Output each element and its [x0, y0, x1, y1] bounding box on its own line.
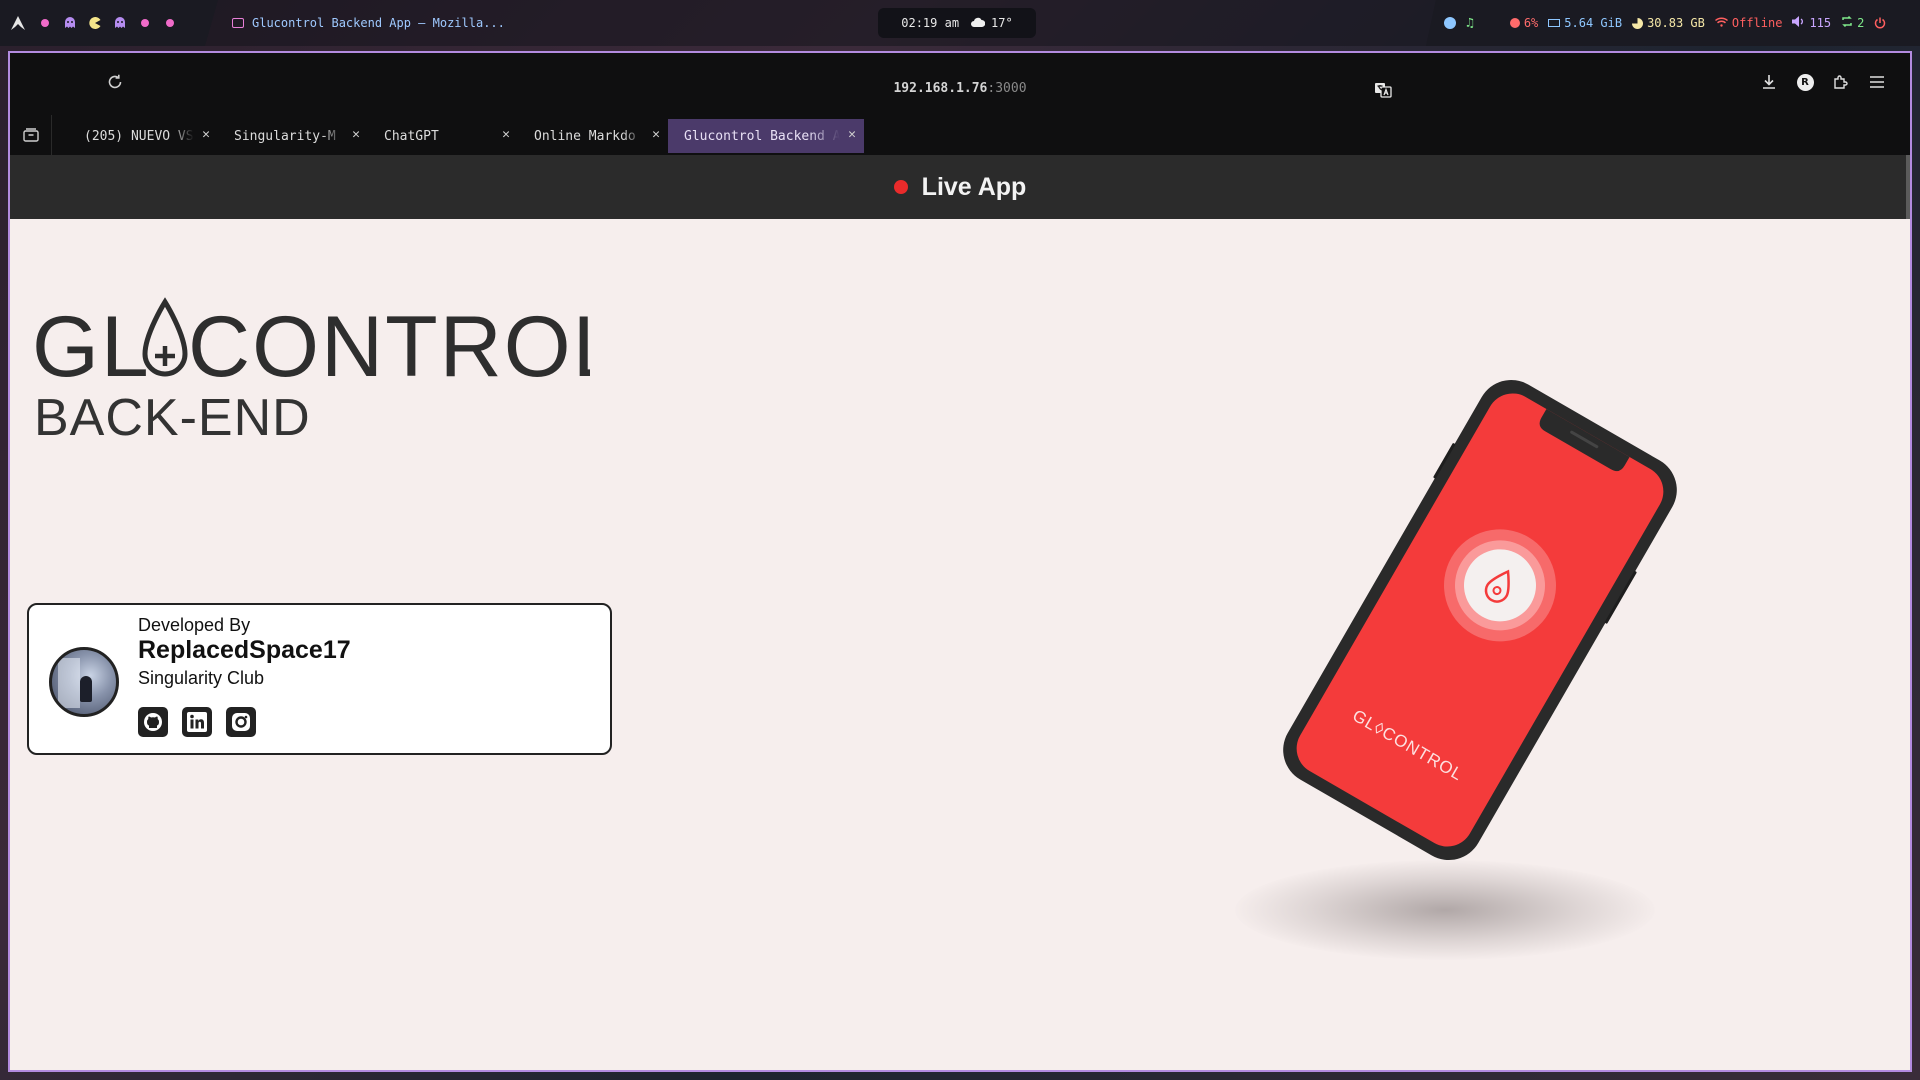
workspace-ghost-icon[interactable]: [63, 17, 76, 30]
close-icon[interactable]: ✕: [502, 127, 510, 142]
workspace-5[interactable]: [138, 17, 151, 30]
workspace-pacman-icon[interactable]: [88, 17, 101, 30]
extensions-puzzle-icon[interactable]: [1832, 73, 1850, 91]
developed-by-label: Developed By: [138, 615, 251, 635]
live-app-label: Live App: [921, 172, 1027, 201]
cpu-value: 6%: [1523, 16, 1539, 30]
url-port: :3000: [987, 81, 1027, 96]
tab-markdown[interactable]: Online Markdo ✕: [518, 119, 668, 153]
power-icon[interactable]: [1874, 17, 1886, 29]
pie-chart-icon: [1632, 17, 1644, 29]
toolbar-actions: R: [1760, 73, 1886, 91]
browser-window: 192.168.1.76:3000 R (205) NUEVO VS ✕ Sin…: [8, 51, 1912, 1072]
active-window-title: Glucontrol Backend App — Mozilla...: [232, 0, 552, 46]
workspace-6[interactable]: [163, 17, 176, 30]
scrollbar[interactable]: [1906, 155, 1910, 219]
logo-text-right: CONTROL: [188, 299, 590, 390]
tab-label: Online Markdo: [534, 128, 636, 144]
system-top-panel: Glucontrol Backend App — Mozilla... 02:1…: [0, 0, 1920, 46]
tab-label: Glucontrol Backend A: [684, 128, 840, 144]
glucontrol-logo: GL CONTROL: [32, 297, 590, 390]
workspace-ghost-icon[interactable]: [113, 17, 126, 30]
tab-label: ChatGPT: [384, 128, 439, 144]
tab-singularity[interactable]: Singularity-M ✕: [218, 119, 368, 153]
github-icon[interactable]: [138, 707, 168, 737]
status-tray: ♫ 6% 5.64 GiB 30.83 GB Offline 115 2: [1426, 0, 1920, 46]
phone-mockup: GL◊CONTROL: [1283, 379, 1677, 861]
blood-drop-icon: [142, 297, 188, 377]
updates[interactable]: 2: [1841, 15, 1865, 30]
tab-glucontrol[interactable]: Glucontrol Backend A ✕: [668, 119, 864, 153]
disk-value: 30.83 GB: [1647, 16, 1705, 30]
memory-icon: [1548, 19, 1561, 27]
refresh-arrows-icon: [1841, 15, 1853, 30]
workspace-switcher: [0, 0, 218, 46]
translate-icon[interactable]: [1374, 81, 1392, 99]
navigation-bar: 192.168.1.76:3000 R: [10, 53, 1910, 115]
volume-value: 115: [1809, 16, 1832, 30]
cloud-icon: [971, 16, 986, 30]
updates-value: 2: [1857, 16, 1865, 30]
logo-text-left: GL: [32, 299, 151, 390]
speaker-icon: [1792, 16, 1805, 30]
live-app-header: Live App: [10, 155, 1910, 219]
subtitle: BACK-END: [34, 389, 311, 447]
phone-shadow: [1235, 860, 1655, 960]
close-icon[interactable]: ✕: [202, 127, 210, 142]
disk-usage: 30.83 GB: [1632, 16, 1705, 30]
tab-label: (205) NUEVO VS: [84, 128, 194, 144]
social-links: [138, 707, 256, 737]
instagram-icon[interactable]: [226, 707, 256, 737]
hamburger-menu-icon[interactable]: [1868, 73, 1886, 91]
close-icon[interactable]: ✕: [352, 127, 360, 142]
page-content: Live App GL CONTROL BACK-END Developed B…: [10, 155, 1910, 1070]
clock-time: 02:19 am: [901, 16, 960, 30]
clock-weather: 02:19 am 17°: [878, 8, 1036, 38]
developer-organization: Singularity Club: [138, 668, 265, 688]
cpu-usage: 6%: [1509, 16, 1539, 30]
window-title-text: Glucontrol Backend App — Mozilla...: [252, 16, 505, 30]
url-host: 192.168.1.76: [893, 81, 988, 96]
linkedin-icon[interactable]: [182, 707, 212, 737]
tab-youtube[interactable]: (205) NUEVO VS ✕: [68, 119, 218, 153]
url-bar[interactable]: 192.168.1.76:3000: [10, 81, 1910, 96]
weather-temp: 17°: [991, 16, 1013, 30]
tab-bar: (205) NUEVO VS ✕ Singularity-M ✕ ChatGPT…: [10, 115, 1910, 155]
close-icon[interactable]: ✕: [848, 127, 856, 142]
info-icon[interactable]: [1444, 17, 1456, 29]
ram-value: 5.64 GiB: [1564, 16, 1623, 30]
network-value: Offline: [1731, 16, 1783, 30]
tab-chatgpt[interactable]: ChatGPT ✕: [368, 119, 518, 153]
developer-name: ReplacedSpace17: [138, 636, 351, 664]
account-avatar-icon[interactable]: R: [1796, 73, 1814, 91]
arch-logo-icon[interactable]: [10, 15, 26, 31]
ram-usage: 5.64 GiB: [1548, 16, 1622, 30]
avatar: [49, 647, 119, 717]
wifi-icon: [1714, 16, 1728, 30]
cpu-icon: [1509, 18, 1520, 28]
workspace-1[interactable]: [38, 17, 51, 30]
volume[interactable]: 115: [1792, 16, 1831, 30]
close-icon[interactable]: ✕: [652, 127, 660, 142]
tab-overview-icon[interactable]: [10, 115, 52, 155]
download-icon[interactable]: [1760, 73, 1778, 91]
live-indicator-dot: [893, 180, 908, 194]
developer-card: Developed By ReplacedSpace17 Singularity…: [27, 603, 612, 755]
music-icon[interactable]: ♫: [1466, 16, 1474, 31]
network-status[interactable]: Offline: [1714, 16, 1783, 30]
tab-label: Singularity-M: [234, 128, 336, 144]
window-icon: [232, 18, 244, 28]
